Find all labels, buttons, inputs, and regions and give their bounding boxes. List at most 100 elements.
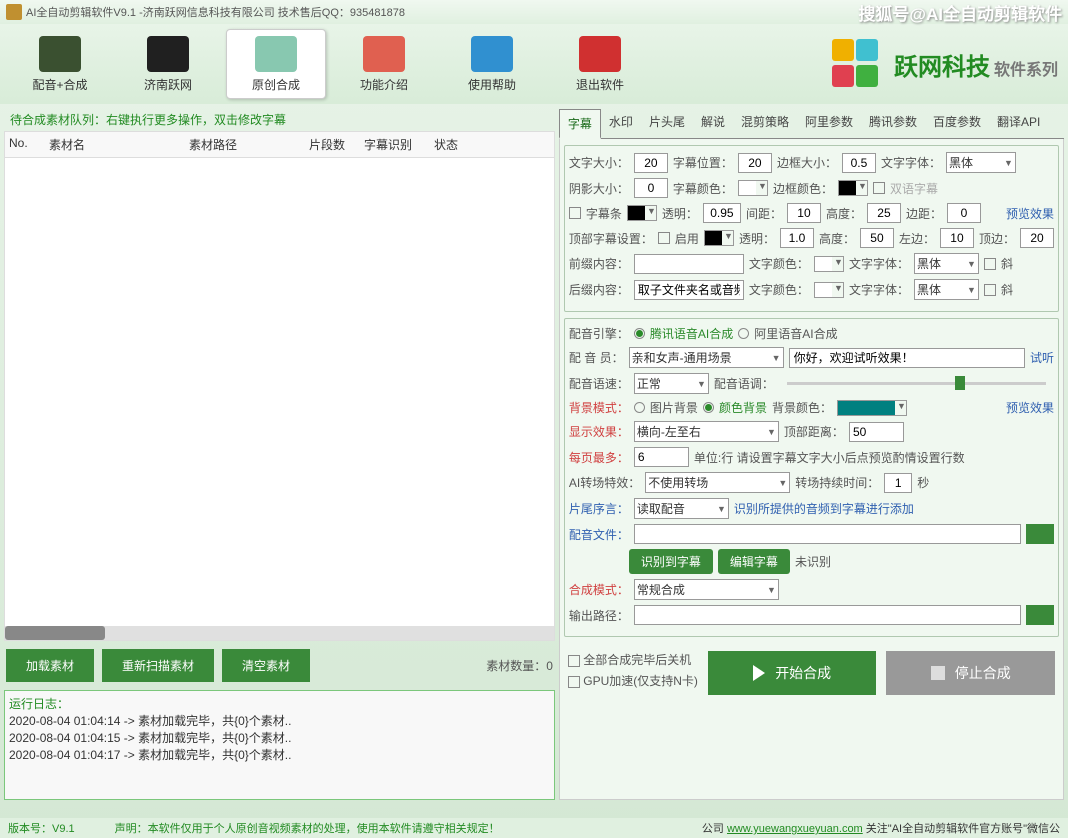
- subtitle-bar-checkbox[interactable]: [569, 207, 581, 219]
- prefix-color-picker[interactable]: ▼: [814, 256, 844, 272]
- font-size-input[interactable]: [634, 153, 668, 173]
- toolbar-退出软件[interactable]: 退出软件: [550, 29, 650, 99]
- title-right: 搜狐号@AI全自动剪辑软件: [858, 0, 1062, 25]
- col-status: 状态: [434, 136, 494, 153]
- suffix-font-select[interactable]: 黑体▼: [914, 279, 979, 300]
- toolbar-使用帮助[interactable]: 使用帮助: [442, 29, 542, 99]
- toolbar-配音+合成[interactable]: 配音+合成: [10, 29, 110, 99]
- brand-logo: [832, 39, 882, 89]
- enable-top-checkbox[interactable]: [658, 232, 670, 244]
- mode-select[interactable]: 常规合成▼: [634, 579, 779, 600]
- col-path: 素材路径: [189, 136, 309, 153]
- subtitle-pos-input[interactable]: [738, 153, 772, 173]
- speed-select[interactable]: 正常▼: [634, 373, 709, 394]
- margin-input[interactable]: [947, 203, 981, 223]
- audio-file-input[interactable]: [634, 524, 1021, 544]
- col-no: No.: [9, 136, 49, 153]
- hscrollbar[interactable]: [5, 626, 554, 640]
- edit-subtitle-button[interactable]: 编辑字幕: [718, 549, 790, 574]
- brand-text: 跃网科技软件系列: [894, 47, 1058, 82]
- window-title: AI全自动剪辑软件V9.1 -济南跃网信息科技有限公司 技术售后QQ：93548…: [26, 4, 405, 20]
- preview-effect-link[interactable]: 预览效果: [1006, 399, 1054, 416]
- col-seg: 片段数: [309, 136, 364, 153]
- tab-阿里参数[interactable]: 阿里参数: [797, 108, 861, 138]
- prefix-input[interactable]: [634, 254, 744, 274]
- notice-label: 声明：本软件仅用于个人原创音视频素材的处理，使用本软件请遵守相关规定！: [115, 820, 500, 836]
- rescan-material-button[interactable]: 重新扫描素材: [102, 649, 214, 682]
- opacity-input[interactable]: [703, 203, 741, 223]
- trans-duration-input[interactable]: [884, 473, 912, 493]
- toolbar-济南跃网[interactable]: 济南跃网: [118, 29, 218, 99]
- top-left-input[interactable]: [940, 228, 974, 248]
- recognize-subtitle-button[interactable]: 识别到字幕: [629, 549, 713, 574]
- suffix-input[interactable]: [634, 280, 744, 300]
- tail-select[interactable]: 读取配音▼: [634, 498, 729, 519]
- shadow-input[interactable]: [634, 178, 668, 198]
- list-header-hint: 待合成素材队列：右键执行更多操作，双击修改字幕: [4, 108, 555, 131]
- bg-color-radio[interactable]: [703, 402, 714, 413]
- transition-select[interactable]: 不使用转场▼: [645, 472, 790, 493]
- log-panel: 运行日志： 2020-08-04 01:04:14 -> 素材加载完毕，共{0}…: [4, 690, 555, 800]
- toolbar-icon: [471, 36, 513, 72]
- col-rec: 字幕识别: [364, 136, 434, 153]
- clear-material-button[interactable]: 清空素材: [222, 649, 310, 682]
- display-select[interactable]: 横向-左至右▼: [634, 421, 779, 442]
- tone-slider[interactable]: [787, 382, 1046, 385]
- toolbar-icon: [39, 36, 81, 72]
- material-count: 素材数量：0: [486, 657, 553, 674]
- tab-混剪策略[interactable]: 混剪策略: [733, 108, 797, 138]
- top-opacity-input[interactable]: [780, 228, 814, 248]
- shutdown-checkbox[interactable]: [568, 655, 580, 667]
- start-compose-button[interactable]: 开始合成: [708, 651, 877, 695]
- toolbar-icon: [363, 36, 405, 72]
- listen-link[interactable]: 试听: [1030, 349, 1054, 366]
- tab-解说[interactable]: 解说: [693, 108, 733, 138]
- company-url-link[interactable]: www.yuewangxueyuan.com: [727, 823, 863, 835]
- gpu-checkbox[interactable]: [568, 676, 580, 688]
- bg-color-picker[interactable]: ▼: [837, 400, 907, 416]
- font-select[interactable]: 黑体▼: [946, 152, 1016, 173]
- log-line: 2020-08-04 01:04:15 -> 素材加载完毕，共{0}个素材..: [9, 729, 550, 746]
- engine-ali-radio[interactable]: [738, 328, 749, 339]
- bg-image-radio[interactable]: [634, 402, 645, 413]
- border-color-picker[interactable]: ▼: [838, 180, 868, 196]
- voice-select[interactable]: 亲和女声-通用场景▼: [629, 347, 784, 368]
- subtitle-color-picker[interactable]: ▼: [738, 180, 768, 196]
- prefix-italic-checkbox[interactable]: [984, 258, 996, 270]
- tab-字幕[interactable]: 字幕: [559, 109, 601, 139]
- border-size-input[interactable]: [842, 153, 876, 173]
- output-path-input[interactable]: [634, 605, 1021, 625]
- log-line: 2020-08-04 01:04:17 -> 素材加载完毕，共{0}个素材..: [9, 746, 550, 763]
- browse-audio-button[interactable]: [1026, 524, 1054, 544]
- voice-text-input[interactable]: [789, 348, 1025, 368]
- toolbar-原创合成[interactable]: 原创合成: [226, 29, 326, 99]
- max-lines-input[interactable]: [634, 447, 689, 467]
- top-dist-input[interactable]: [849, 422, 904, 442]
- stop-compose-button[interactable]: 停止合成: [886, 651, 1055, 695]
- gap-input[interactable]: [787, 203, 821, 223]
- toolbar-icon: [579, 36, 621, 72]
- tab-翻译API[interactable]: 翻译API: [989, 108, 1048, 138]
- bilingual-checkbox[interactable]: [873, 182, 885, 194]
- top-height-input[interactable]: [860, 228, 894, 248]
- tab-百度参数[interactable]: 百度参数: [925, 108, 989, 138]
- browse-output-button[interactable]: [1026, 605, 1054, 625]
- tab-片头尾[interactable]: 片头尾: [641, 108, 693, 138]
- load-material-button[interactable]: 加载素材: [6, 649, 94, 682]
- top-color-picker[interactable]: ▼: [704, 230, 734, 246]
- app-icon: [6, 4, 22, 20]
- tab-腾讯参数[interactable]: 腾讯参数: [861, 108, 925, 138]
- suffix-italic-checkbox[interactable]: [984, 284, 996, 296]
- toolbar-功能介绍[interactable]: 功能介绍: [334, 29, 434, 99]
- preview-link[interactable]: 预览效果: [1006, 205, 1054, 222]
- tab-水印[interactable]: 水印: [601, 108, 641, 138]
- log-line: 2020-08-04 01:04:14 -> 素材加载完毕，共{0}个素材..: [9, 712, 550, 729]
- height-input[interactable]: [867, 203, 901, 223]
- material-list[interactable]: [4, 158, 555, 641]
- col-name: 素材名: [49, 136, 189, 153]
- bar-color-picker[interactable]: ▼: [627, 205, 657, 221]
- top-top-input[interactable]: [1020, 228, 1054, 248]
- engine-tencent-radio[interactable]: [634, 328, 645, 339]
- suffix-color-picker[interactable]: ▼: [814, 282, 844, 298]
- prefix-font-select[interactable]: 黑体▼: [914, 253, 979, 274]
